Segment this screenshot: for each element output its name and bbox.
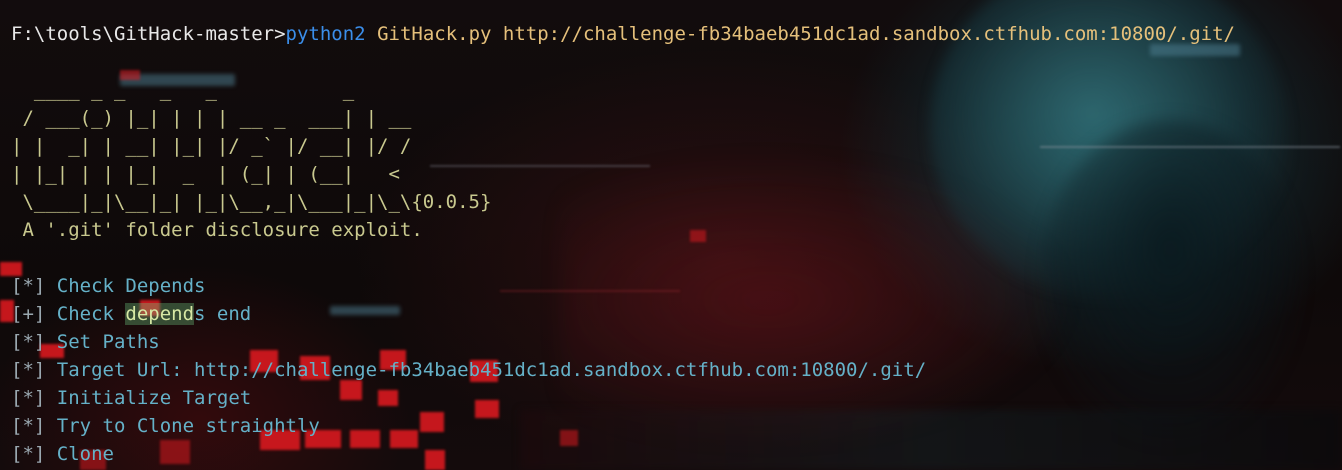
log-message: Initialize Target [45,387,252,409]
terminal-window[interactable]: F:\tools\GitHack-master>python2 GitHack.… [0,0,1342,470]
banner-line: / ___(_) |_| | | | __ _ ___| | __ [11,107,412,129]
text-selection-highlight[interactable]: depend [125,303,195,325]
log-status-tag: [*] [11,275,46,297]
log-status-tag: [*] [11,387,46,409]
log-message: Check Depends [45,275,206,297]
log-message: Try to Clone straightly [45,415,320,437]
command-arguments: GitHack.py http://challenge-fb34baeb451d… [365,23,1235,45]
log-status-tag: [*] [11,331,46,353]
log-line: [*] Initialize Target [11,384,1342,412]
log-message: s end [194,303,252,325]
shell-prompt: F:\tools\GitHack-master> [11,23,286,45]
log-line: [*] Target Url: http://challenge-fb34bae… [11,356,1342,384]
log-status-tag: [*] [11,359,46,381]
log-line: [*] Check Depends [11,272,1342,300]
log-line: [*] Set Paths [11,328,1342,356]
banner-line: | |_| | | |_| _ | (_| | (__| < [11,163,400,185]
banner-line: \____|_|\__|_| |_|\__,_|\___|_|\_\{0.0.5… [11,191,492,213]
banner-line: ____ _ _ _ _ _ [11,79,355,101]
log-message: Check [45,303,126,325]
banner-line: | | _| | __| |_| |/ _` |/ __| |/ / [11,135,412,157]
command-executable: python2 [285,23,366,45]
log-message: Clone [45,443,114,465]
command-line: F:\tools\GitHack-master>python2 GitHack.… [11,20,1342,48]
log-line: [*] Try to Clone straightly [11,412,1342,440]
log-status-tag: [+] [11,303,46,325]
log-message: Target Url: http://challenge-fb34baeb451… [45,359,927,381]
log-status-tag: [*] [11,415,46,437]
log-message: Set Paths [45,331,160,353]
log-line: [+] Check depends end [11,300,1342,328]
terminal-output: F:\tools\GitHack-master>python2 GitHack.… [0,0,1342,468]
log-status-tag: [*] [11,443,46,465]
banner-tagline: A '.git' folder disclosure exploit. [11,219,423,241]
log-line: [*] Clone [11,440,1342,468]
